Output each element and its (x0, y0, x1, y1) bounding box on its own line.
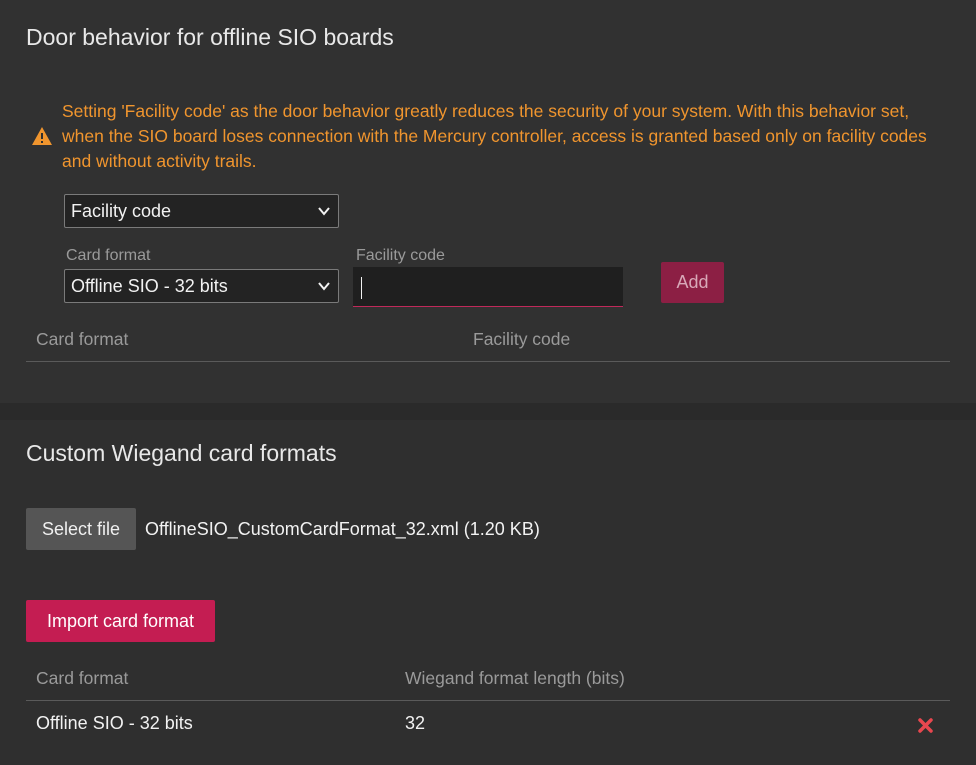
selected-file-name: OfflineSIO_CustomCardFormat_32.xml (1.20… (145, 519, 540, 539)
delete-x-icon[interactable] (918, 718, 933, 733)
table-divider (26, 361, 950, 362)
warning-triangle-icon (32, 127, 52, 145)
chevron-down-icon (318, 282, 330, 291)
row-card-format: Offline SIO - 32 bits (36, 713, 193, 733)
door-behavior-select-value: Facility code (71, 201, 172, 221)
column-header-card-format: Card format (36, 329, 129, 349)
custom-wiegand-title: Custom Wiegand card formats (26, 440, 337, 466)
import-card-format-button[interactable]: Import card format (26, 600, 215, 642)
door-behavior-select[interactable]: Facility code (64, 194, 339, 228)
card-format-label: Card format (66, 247, 151, 264)
add-button[interactable]: Add (661, 262, 724, 303)
section-gap (0, 403, 976, 420)
door-behavior-title: Door behavior for offline SIO boards (26, 24, 394, 50)
table-divider (26, 700, 950, 701)
column-header-wiegand-length: Wiegand format length (bits) (405, 668, 625, 688)
security-warning-text: Setting 'Facility code' as the door beha… (62, 101, 927, 171)
card-format-select[interactable]: Offline SIO - 32 bits (64, 269, 339, 303)
door-behavior-panel: Door behavior for offline SIO boards Set… (0, 0, 976, 403)
facility-code-input[interactable] (353, 267, 623, 307)
chevron-down-icon (318, 207, 330, 216)
column-header-card-format: Card format (36, 668, 129, 688)
facility-code-label: Facility code (356, 247, 445, 264)
column-header-facility-code: Facility code (473, 329, 571, 349)
row-wiegand-length: 32 (405, 713, 426, 733)
select-file-button[interactable]: Select file (26, 508, 136, 550)
text-caret (361, 277, 362, 299)
card-format-select-value: Offline SIO - 32 bits (71, 276, 228, 296)
